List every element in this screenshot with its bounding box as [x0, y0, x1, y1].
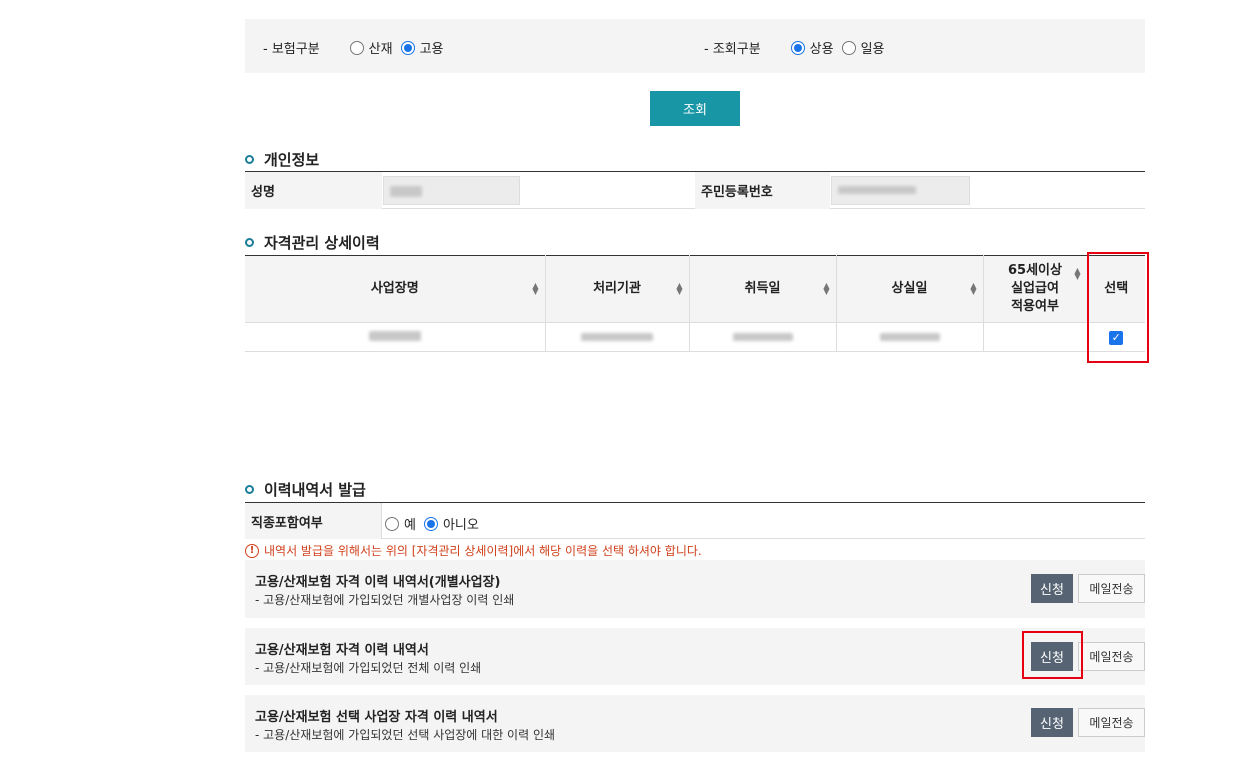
- masked-text: [879, 332, 940, 341]
- personal-info-table: 성명 주민등록번호: [245, 171, 1145, 209]
- radio-sanjae[interactable]: 산재: [349, 38, 393, 57]
- col-label: 취득일: [744, 281, 781, 296]
- radio-label: 상용: [809, 42, 834, 57]
- cell-agency: [545, 322, 690, 352]
- masked-text: [732, 332, 793, 341]
- radio-label: 예: [404, 518, 416, 533]
- bullet-circle-icon: [245, 238, 254, 247]
- sort-icon[interactable]: ▲ ▼: [1074, 267, 1080, 281]
- doc-item-all: 고용/산재보험 자격 이력 내역서 - 고용/산재보험에 가입되었던 전체 이력…: [245, 628, 1145, 685]
- col-over65[interactable]: 65세이상 실업급여 적용여부 ▲ ▼: [983, 255, 1088, 323]
- col-loss-date[interactable]: 상실일 ▲ ▼: [836, 255, 984, 323]
- masked-rrn: [838, 186, 916, 194]
- rrn-header: 주민등록번호: [695, 172, 830, 209]
- radio-label: 고용: [419, 42, 444, 57]
- apply-button[interactable]: 신청: [1031, 574, 1073, 603]
- occupation-include-options: 예 아니오: [385, 514, 487, 533]
- section-title-text: 개인정보: [264, 151, 320, 169]
- radio-circle[interactable]: [349, 40, 364, 55]
- col-label: 사업장명: [370, 281, 419, 296]
- history-title: 자격관리 상세이력: [245, 232, 380, 253]
- apply-button[interactable]: 신청: [1031, 708, 1073, 737]
- rrn-value: [831, 176, 970, 205]
- masked-text: [581, 332, 653, 341]
- warning-icon: !: [245, 543, 259, 558]
- sort-icon[interactable]: ▲ ▼: [532, 282, 538, 296]
- email-send-button[interactable]: 메일전송: [1078, 642, 1145, 671]
- cell-over65: [983, 322, 1088, 352]
- col-label: 실업급여: [1011, 281, 1059, 296]
- doc-title: 고용/산재보험 선택 사업장 자격 이력 내역서: [255, 710, 498, 725]
- radio-circle[interactable]: [841, 40, 856, 55]
- insurance-type-group: - 보험구분 산재 고용: [263, 38, 452, 57]
- doc-desc: - 고용/산재보험에 가입되었던 개별사업장 이력 인쇄: [255, 593, 515, 607]
- sort-icon[interactable]: ▲ ▼: [970, 282, 976, 296]
- doc-item-individual: 고용/산재보험 자격 이력 내역서(개별사업장) - 고용/산재보험에 가입되었…: [245, 560, 1145, 618]
- cell-business-name: [245, 322, 546, 352]
- bullet-circle-icon: [245, 155, 254, 164]
- col-label: 65세이상: [1008, 263, 1062, 278]
- col-label: 처리기관: [593, 281, 641, 296]
- issue-title: 이력내역서 발급: [245, 479, 366, 500]
- col-acquire-date[interactable]: 취득일 ▲ ▼: [689, 255, 837, 323]
- history-table: 사업장명 ▲ ▼ 처리기관 ▲ ▼ 취득일 ▲ ▼ 상실일 ▲ ▼ 65세이상 실업: [245, 255, 1145, 352]
- notice-message: ! 내역서 발급을 위해서는 위의 [자격관리 상세이력]에서 해당 이력을 선…: [245, 542, 702, 559]
- doc-title: 고용/산재보험 자격 이력 내역서: [255, 643, 429, 658]
- sort-icon[interactable]: ▲ ▼: [676, 282, 682, 296]
- col-agency[interactable]: 처리기관 ▲ ▼: [545, 255, 690, 323]
- search-button[interactable]: 조회: [650, 91, 740, 126]
- doc-title: 고용/산재보험 자격 이력 내역서(개별사업장): [255, 575, 501, 590]
- section-title-text: 이력내역서 발급: [264, 481, 366, 499]
- col-business-name[interactable]: 사업장명 ▲ ▼: [245, 255, 546, 323]
- name-header: 성명: [245, 172, 382, 209]
- radio-label: 일용: [860, 42, 885, 57]
- radio-circle-selected[interactable]: [790, 40, 805, 55]
- radio-label: 산재: [368, 42, 393, 57]
- occupation-include-label: 직종포함여부: [245, 503, 382, 539]
- doc-desc: - 고용/산재보험에 가입되었던 전체 이력 인쇄: [255, 661, 482, 675]
- bullet-circle-icon: [245, 485, 254, 494]
- query-type-group: - 조회구분 상용 일용: [704, 38, 893, 57]
- email-send-button[interactable]: 메일전송: [1078, 708, 1145, 737]
- highlight-apply-button: [1022, 631, 1083, 679]
- col-label: 상실일: [891, 281, 928, 296]
- radio-label: 아니오: [442, 518, 479, 533]
- section-title-text: 자격관리 상세이력: [264, 234, 380, 252]
- cell-loss-date: [836, 322, 984, 352]
- query-type-label: - 조회구분: [704, 42, 761, 57]
- masked-text: [368, 330, 421, 341]
- radio-circle-selected[interactable]: [400, 40, 415, 55]
- search-filter-box: - 보험구분 산재 고용 - 조회구분 상용 일용: [245, 19, 1145, 73]
- radio-sangyong[interactable]: 상용: [790, 38, 834, 57]
- radio-goyong[interactable]: 고용: [400, 38, 444, 57]
- occupation-include-row: 직종포함여부 예 아니오: [245, 502, 1145, 539]
- radio-ilyong[interactable]: 일용: [841, 38, 885, 57]
- radio-circle-selected[interactable]: [423, 516, 438, 531]
- email-send-button[interactable]: 메일전송: [1078, 574, 1145, 603]
- sort-icon[interactable]: ▲ ▼: [823, 282, 829, 296]
- insurance-type-label: - 보험구분: [263, 42, 320, 57]
- cell-acquire-date: [689, 322, 837, 352]
- radio-circle[interactable]: [385, 516, 399, 531]
- doc-item-selected: 고용/산재보험 선택 사업장 자격 이력 내역서 - 고용/산재보험에 가입되었…: [245, 695, 1145, 752]
- masked-name: [390, 186, 422, 197]
- notice-text: 내역서 발급을 위해서는 위의 [자격관리 상세이력]에서 해당 이력을 선택 …: [264, 544, 702, 558]
- radio-no[interactable]: 아니오: [423, 514, 479, 533]
- table-row[interactable]: ✓: [245, 322, 1145, 352]
- radio-yes[interactable]: 예: [385, 514, 416, 533]
- col-label: 적용여부: [1011, 299, 1059, 314]
- highlight-select-column: [1087, 252, 1149, 363]
- doc-desc: - 고용/산재보험에 가입되었던 선택 사업장에 대한 이력 인쇄: [255, 728, 556, 742]
- personal-info-title: 개인정보: [245, 149, 319, 170]
- name-value: [383, 176, 520, 205]
